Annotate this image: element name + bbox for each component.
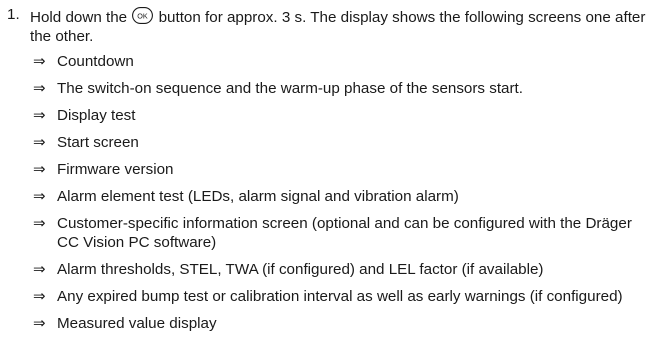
result-item: ⇒ Any expired bump test or calibration i… — [33, 287, 665, 306]
result-text: Display test — [57, 107, 136, 124]
result-arrow-icon: ⇒ — [33, 133, 46, 151]
result-item: ⇒ Alarm element test (LEDs, alarm signal… — [33, 187, 665, 206]
result-arrow-icon: ⇒ — [33, 260, 46, 278]
result-item: ⇒ Customer-specific information screen (… — [33, 214, 665, 252]
result-item: ⇒ Alarm thresholds, STEL, TWA (if config… — [33, 260, 665, 279]
result-text: The switch-on sequence and the warm-up p… — [57, 80, 523, 97]
result-arrow-icon: ⇒ — [33, 287, 46, 305]
step-number: 1. — [7, 6, 20, 23]
result-text: Countdown — [57, 53, 134, 70]
result-item: ⇒ Firmware version — [33, 160, 665, 179]
ok-button-icon: OK — [132, 7, 154, 24]
result-arrow-icon: ⇒ — [33, 106, 46, 124]
result-arrow-icon: ⇒ — [33, 52, 46, 70]
instruction-step: 1. Hold down the OK button for approx. 3… — [0, 0, 665, 356]
result-item: ⇒ Display test — [33, 106, 665, 125]
result-text: Alarm element test (LEDs, alarm signal a… — [57, 188, 459, 205]
result-arrow-icon: ⇒ — [33, 160, 46, 178]
result-list: ⇒ Countdown ⇒ The switch-on sequence and… — [33, 52, 665, 341]
result-arrow-icon: ⇒ — [33, 214, 46, 232]
result-arrow-icon: ⇒ — [33, 187, 46, 205]
result-item: ⇒ Measured value display — [33, 314, 665, 333]
result-text: Measured value display — [57, 315, 217, 332]
result-item: ⇒ The switch-on sequence and the warm-up… — [33, 79, 665, 98]
result-text: Any expired bump test or calibration int… — [57, 288, 623, 305]
step-text-before-icon: Hold down the — [30, 9, 128, 26]
ok-icon-label: OK — [138, 11, 149, 20]
result-text: Firmware version — [57, 161, 174, 178]
step-text: Hold down the OK button for approx. 3 s.… — [30, 5, 662, 46]
result-arrow-icon: ⇒ — [33, 314, 46, 332]
result-item: ⇒ Start screen — [33, 133, 665, 152]
result-arrow-icon: ⇒ — [33, 79, 46, 97]
result-text: Start screen — [57, 134, 139, 151]
result-item: ⇒ Countdown — [33, 52, 665, 71]
result-text: Customer-specific information screen (op… — [57, 215, 632, 251]
result-text: Alarm thresholds, STEL, TWA (if configur… — [57, 261, 544, 278]
